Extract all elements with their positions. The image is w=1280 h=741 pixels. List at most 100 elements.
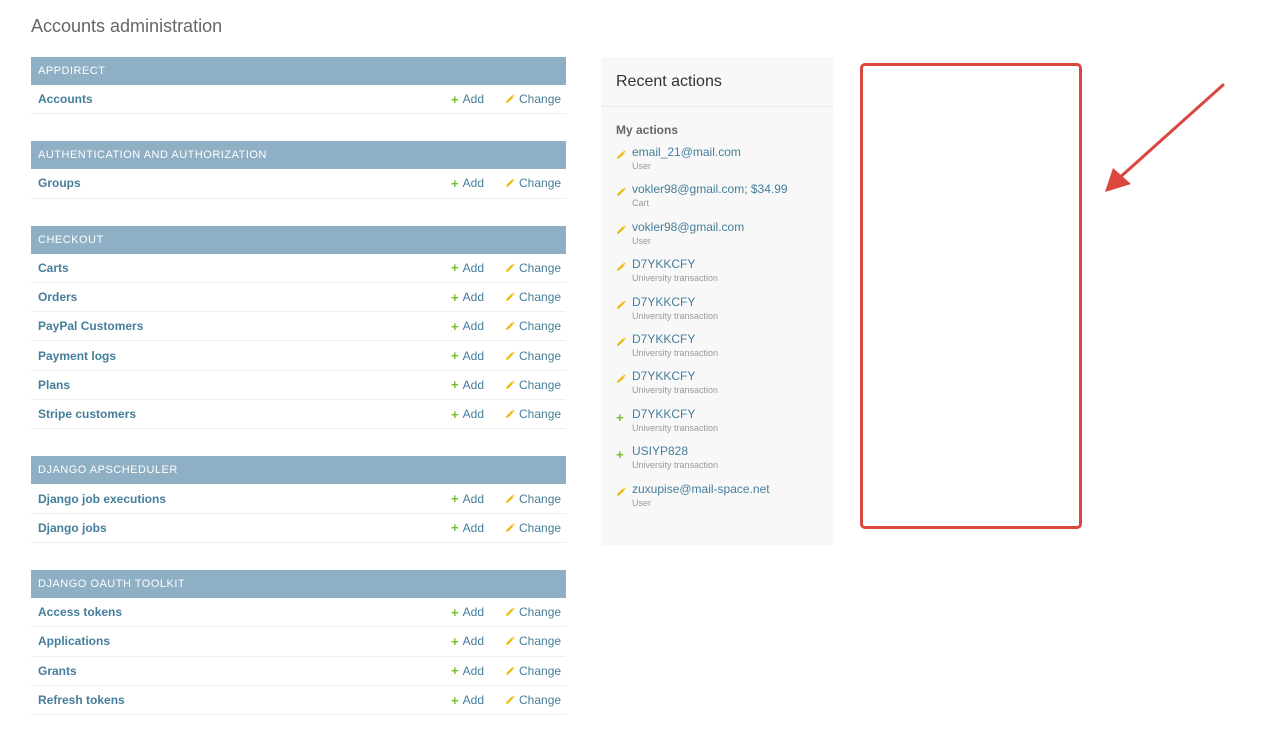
module-header[interactable]: DJANGO APSCHEDULER <box>31 456 566 485</box>
model-link[interactable]: PayPal Customers <box>38 319 451 333</box>
model-row: Django jobs + Add Change <box>31 514 566 543</box>
model-link[interactable]: Accounts <box>38 92 451 106</box>
module-header[interactable]: DJANGO OAUTH TOOLKIT <box>31 569 566 598</box>
recent-action-link[interactable]: D7YKKCFY <box>632 369 718 384</box>
pencil-icon <box>505 695 519 705</box>
plus-icon: + <box>451 377 459 393</box>
change-button[interactable]: Change <box>505 176 561 190</box>
model-row: Access tokens + Add Change <box>31 598 566 628</box>
annotation-arrow-icon <box>1105 83 1225 192</box>
add-label: Add <box>462 605 484 620</box>
model-link[interactable]: Django job executions <box>38 492 451 506</box>
change-button[interactable]: Change <box>505 605 561 619</box>
add-button[interactable]: + Add <box>451 492 484 506</box>
change-button[interactable]: Change <box>505 260 562 275</box>
plus-icon: + <box>451 663 459 679</box>
model-link[interactable]: Orders <box>38 290 451 304</box>
change-button[interactable]: Change <box>505 407 561 421</box>
add-label: Add <box>462 176 484 191</box>
module-header[interactable]: CHECKOUT <box>31 225 566 254</box>
model-link[interactable]: Access tokens <box>38 605 451 619</box>
recent-action-link[interactable]: vokler98@gmail.com <box>632 220 744 235</box>
add-label: Add <box>462 377 484 392</box>
change-label: Change <box>519 348 562 363</box>
pencil-icon <box>616 182 632 202</box>
recent-action-link[interactable]: vokler98@gmail.com; $34.99 <box>632 182 788 197</box>
module-1: AUTHENTICATION AND AUTHORIZATION Groups + A… <box>31 141 566 199</box>
add-button[interactable]: + Add <box>451 664 484 678</box>
add-button[interactable]: + Add <box>451 349 484 363</box>
add-button[interactable]: + Add <box>451 693 484 707</box>
change-label: Change <box>519 693 562 707</box>
model-link[interactable]: Plans <box>38 378 451 392</box>
recent-actions-panel: Recent actions My actions email_21@mail.… <box>601 57 833 545</box>
add-button[interactable]: + Add <box>451 378 484 392</box>
change-button[interactable]: Change <box>505 92 562 107</box>
my-actions-heading: My actions <box>616 123 679 137</box>
add-button[interactable]: + Add <box>451 634 484 648</box>
change-button[interactable]: Change <box>505 378 561 392</box>
pencil-icon <box>505 666 519 676</box>
recent-action-link[interactable]: D7YKKCFY <box>632 407 718 422</box>
model-row: Groups + Add Change <box>31 169 566 199</box>
recent-action-link[interactable]: D7YKKCFY <box>632 332 718 347</box>
change-button[interactable]: Change <box>505 664 561 678</box>
add-label: Add <box>462 491 484 506</box>
plus-icon: + <box>451 260 459 276</box>
change-button[interactable]: Change <box>505 521 561 535</box>
add-button[interactable]: + Add <box>451 521 484 535</box>
model-link[interactable]: Applications <box>38 634 451 648</box>
plus-icon: + <box>451 348 459 364</box>
add-button[interactable]: + Add <box>451 290 484 304</box>
recent-actions-title: Recent actions <box>601 57 833 107</box>
pencil-icon <box>505 321 519 331</box>
recent-action-link[interactable]: USIYP828 <box>632 444 718 459</box>
change-button[interactable]: Change <box>505 319 562 334</box>
model-link[interactable]: Stripe customers <box>38 407 451 421</box>
plus-icon: + <box>451 406 459 422</box>
change-button[interactable]: Change <box>505 492 561 506</box>
model-link[interactable]: Refresh tokens <box>38 693 451 707</box>
change-button[interactable]: Change <box>505 348 562 363</box>
module-3: DJANGO APSCHEDULER Django job executions +… <box>31 456 566 543</box>
model-link[interactable]: Django jobs <box>38 521 451 535</box>
module-0: APPDIRECT Accounts + Add Change <box>31 57 566 115</box>
change-button[interactable]: Change <box>505 290 561 304</box>
plus-icon: + <box>451 491 459 507</box>
pencil-icon <box>616 482 632 502</box>
change-label: Change <box>519 92 562 107</box>
model-link[interactable]: Carts <box>38 261 451 275</box>
app-modules: APPDIRECT Accounts + Add Change AUTHENTICATIO… <box>31 57 566 741</box>
pencil-icon <box>616 257 632 277</box>
recent-action-item: vokler98@gmail.com; $34.99 Cart <box>616 182 818 219</box>
add-button[interactable]: + Add <box>451 319 484 333</box>
add-button[interactable]: + Add <box>451 92 484 106</box>
recent-action-type: University transaction <box>632 310 719 321</box>
model-link[interactable]: Payment logs <box>38 349 451 363</box>
recent-action-link[interactable]: zuxupise@mail-space.net <box>632 482 770 497</box>
add-button[interactable]: + Add <box>451 261 484 275</box>
plus-icon: + <box>451 318 459 334</box>
recent-action-link[interactable]: D7YKKCFY <box>632 257 718 272</box>
recent-action-type: User <box>632 235 652 246</box>
recent-action-item: D7YKKCFY University transaction <box>616 257 818 294</box>
recent-action-type: University transaction <box>632 273 719 284</box>
add-button[interactable]: + Add <box>451 176 484 190</box>
recent-action-link[interactable]: D7YKKCFY <box>632 295 718 310</box>
model-row: Stripe customers + Add Change <box>31 400 566 430</box>
add-button[interactable]: + Add <box>451 407 484 421</box>
module-header[interactable]: APPDIRECT <box>31 57 566 85</box>
plus-icon: + <box>451 692 459 708</box>
recent-action-link[interactable]: email_21@mail.com <box>632 145 741 160</box>
model-row: Django job executions + Add Change <box>31 484 566 514</box>
model-link[interactable]: Groups <box>38 176 451 190</box>
change-button[interactable]: Change <box>505 634 561 648</box>
change-label: Change <box>519 260 562 275</box>
pencil-icon <box>616 295 632 315</box>
module-header[interactable]: AUTHENTICATION AND AUTHORIZATION <box>31 141 566 170</box>
model-link[interactable]: Grants <box>38 664 451 678</box>
add-button[interactable]: + Add <box>451 605 484 619</box>
change-label: Change <box>519 319 562 334</box>
change-button[interactable]: Change <box>505 693 562 707</box>
page-title: Accounts administration <box>31 16 223 36</box>
